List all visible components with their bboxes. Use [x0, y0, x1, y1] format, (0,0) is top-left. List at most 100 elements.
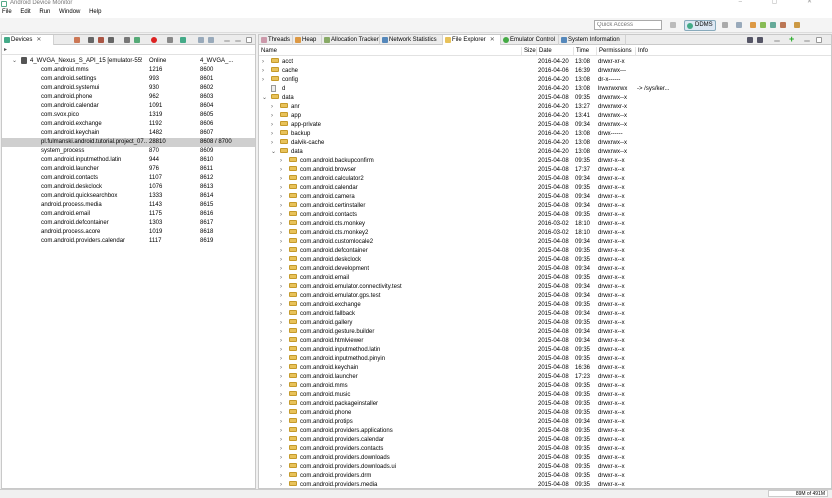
minimize-icon[interactable]	[235, 40, 241, 42]
hierarchy-icon[interactable]	[208, 37, 214, 43]
process-row[interactable]: com.android.exchange 1192 8606	[2, 120, 255, 129]
menu-window[interactable]: Window	[59, 9, 80, 15]
expand-toggle[interactable]: ›	[280, 247, 282, 256]
process-row[interactable]: com.android.deskclock 1076 8613	[2, 183, 255, 192]
file-row[interactable]: › com.android.defcontainer 2015-04-08 09:35…	[259, 247, 831, 256]
file-row[interactable]: › com.android.providers.drm 2015-04-08 09:3…	[259, 472, 831, 481]
expand-toggle[interactable]: ›	[280, 184, 282, 193]
new-folder-icon[interactable]: +	[789, 35, 796, 44]
file-row[interactable]: › acct 2016-04-20 13:08 drwxr-xr-x	[259, 58, 831, 67]
systrace-icon[interactable]	[180, 37, 186, 43]
file-row[interactable]: › com.android.emulator.gps.test 2015-04-08…	[259, 292, 831, 301]
file-row[interactable]: d 2016-04-20 13:08 lrwxrwxrwx -> /sys/ker...	[259, 85, 831, 94]
file-row[interactable]: › com.android.browser 2015-04-08 17:37 drwxr…	[259, 166, 831, 175]
expand-toggle[interactable]: ›	[262, 58, 264, 67]
expand-toggle[interactable]: ›	[280, 283, 282, 292]
menu-edit[interactable]: Edit	[20, 9, 30, 15]
expand-toggle[interactable]: ›	[280, 157, 282, 166]
process-row[interactable]: com.android.settings 993 8601	[2, 75, 255, 84]
expand-toggle[interactable]: ⌄	[271, 148, 276, 157]
expand-toggle[interactable]: ›	[280, 193, 282, 202]
file-row[interactable]: › com.android.deskclock 2015-04-08 09:35 drw…	[259, 256, 831, 265]
col-time[interactable]: Time	[573, 47, 596, 56]
file-row[interactable]: ⌄ data 2015-04-08 09:35 drwxrwx--x	[259, 94, 831, 103]
file-row[interactable]: › com.android.providers.media 2015-04-08 09…	[259, 481, 831, 488]
file-row[interactable]: › backup 2016-04-20 13:08 drwx------	[259, 130, 831, 139]
pull-file-icon[interactable]	[747, 37, 753, 43]
col-info[interactable]: Info	[635, 47, 715, 56]
expand-toggle[interactable]: ›	[280, 274, 282, 283]
file-row[interactable]: › com.android.mms 2015-04-08 09:35 drwxr-x--…	[259, 382, 831, 391]
expand-toggle[interactable]: ›	[280, 229, 282, 238]
expand-toggle[interactable]: ›	[280, 409, 282, 418]
expand-toggle[interactable]: ›	[280, 337, 282, 346]
file-row[interactable]: › com.android.launcher 2015-04-08 17:23 drwx…	[259, 373, 831, 382]
process-row[interactable]: pl.fulmanski.android.tutorial.project_07…	[2, 138, 255, 147]
close-icon[interactable]: ✕	[490, 37, 495, 43]
tab-network-statistics[interactable]: Network Statistics	[380, 35, 443, 45]
col-date[interactable]: Date	[536, 47, 573, 56]
expand-toggle[interactable]: ›	[280, 427, 282, 436]
file-row[interactable]: › com.android.customlocale2 2015-04-08 09:3…	[259, 238, 831, 247]
file-row[interactable]: › com.android.cts.monkey2 2016-03-02 18:10 d…	[259, 229, 831, 238]
col-name[interactable]: Name	[259, 47, 521, 56]
file-row[interactable]: › com.android.calculator2 2015-04-08 09:34 d…	[259, 175, 831, 184]
expand-toggle[interactable]: ›	[280, 472, 282, 481]
expand-toggle[interactable]: ›	[271, 130, 273, 139]
file-row[interactable]: › com.android.gesture.builder 2015-04-08 09…	[259, 328, 831, 337]
file-row[interactable]: › com.android.development 2015-04-08 09:34 d…	[259, 265, 831, 274]
expand-toggle[interactable]: ›	[280, 445, 282, 454]
maximize-icon[interactable]	[246, 37, 252, 43]
expand-toggle[interactable]: ›	[280, 319, 282, 328]
tab-emulator-control[interactable]: Emulator Control	[501, 35, 559, 45]
process-row[interactable]: android.process.media 1143 8615	[2, 201, 255, 210]
expand-toggle[interactable]: ›	[280, 211, 282, 220]
file-row[interactable]: › dalvik-cache 2016-04-20 13:08 drwxrwx--x	[259, 139, 831, 148]
file-row[interactable]: › com.android.backupconfirm 2015-04-08 09:3…	[259, 157, 831, 166]
file-row[interactable]: › com.android.cts.monkey 2016-03-02 18:10 dr…	[259, 220, 831, 229]
expand-toggle[interactable]: ›	[280, 364, 282, 373]
view-menu-icon[interactable]	[224, 40, 230, 42]
process-row[interactable]: com.android.mms 1216 8600	[2, 66, 255, 75]
expand-toggle[interactable]: ›	[280, 418, 282, 427]
expand-toggle[interactable]: ⌄	[12, 57, 17, 66]
expand-toggle[interactable]: ›	[280, 265, 282, 274]
file-row[interactable]: › com.android.keychain 2015-04-08 16:36 drwx…	[259, 364, 831, 373]
col-size[interactable]: Size	[521, 47, 536, 56]
file-row[interactable]: › com.android.gallery 2015-04-08 09:35 drwxr…	[259, 319, 831, 328]
expand-toggle[interactable]: ⌄	[262, 94, 267, 103]
file-row[interactable]: › com.android.emulator.connectivity.test 2…	[259, 283, 831, 292]
expand-toggle[interactable]: ›	[280, 175, 282, 184]
minimize-icon[interactable]	[804, 40, 810, 42]
expand-toggle[interactable]: ›	[280, 481, 282, 488]
process-row[interactable]: com.android.keychain 1482 8607	[2, 129, 255, 138]
expand-toggle[interactable]: ›	[280, 238, 282, 247]
file-row[interactable]: › com.android.phone 2015-04-08 09:35 drwxr-x…	[259, 409, 831, 418]
toolbar-icon-7[interactable]	[794, 22, 800, 28]
expand-toggle[interactable]: ›	[271, 139, 273, 148]
menu-help[interactable]: Help	[89, 9, 101, 15]
file-row[interactable]: › com.android.inputmethod.latin 2015-04-08…	[259, 346, 831, 355]
expand-toggle[interactable]: ›	[280, 292, 282, 301]
toolbar-icon-4[interactable]	[760, 22, 766, 28]
expand-toggle[interactable]: ›	[280, 346, 282, 355]
expand-toggle[interactable]: ›	[280, 256, 282, 265]
dump-hprof-icon[interactable]	[98, 37, 104, 43]
expand-toggle[interactable]: ›	[280, 220, 282, 229]
toolbar-icon-3[interactable]	[750, 22, 756, 28]
method-profiling-icon[interactable]	[134, 37, 140, 43]
device-row[interactable]: ⌄ 4_WVGA_Nexus_S_API_15 [emulator-5554] On…	[2, 57, 255, 66]
menu-run[interactable]: Run	[39, 9, 50, 15]
file-row[interactable]: › com.android.providers.applications 2015-…	[259, 427, 831, 436]
expand-toggle[interactable]: ›	[280, 436, 282, 445]
tab-system-information[interactable]: System Information	[559, 35, 626, 45]
maximize-icon[interactable]	[816, 37, 822, 43]
quick-access-input[interactable]	[594, 20, 662, 30]
file-row[interactable]: › com.android.contacts 2015-04-08 09:35 drwx…	[259, 211, 831, 220]
file-row[interactable]: › app 2016-04-20 13:41 drwxrwx--x	[259, 112, 831, 121]
process-row[interactable]: com.android.systemui 930 8602	[2, 84, 255, 93]
process-row[interactable]: com.svox.pico 1319 8605	[2, 111, 255, 120]
tab-file-explorer[interactable]: File Explorer ✕	[443, 35, 501, 45]
window-controls[interactable]: – ▢ ✕	[739, 0, 826, 6]
file-row[interactable]: › com.android.fallback 2015-04-08 09:34 drwx…	[259, 310, 831, 319]
